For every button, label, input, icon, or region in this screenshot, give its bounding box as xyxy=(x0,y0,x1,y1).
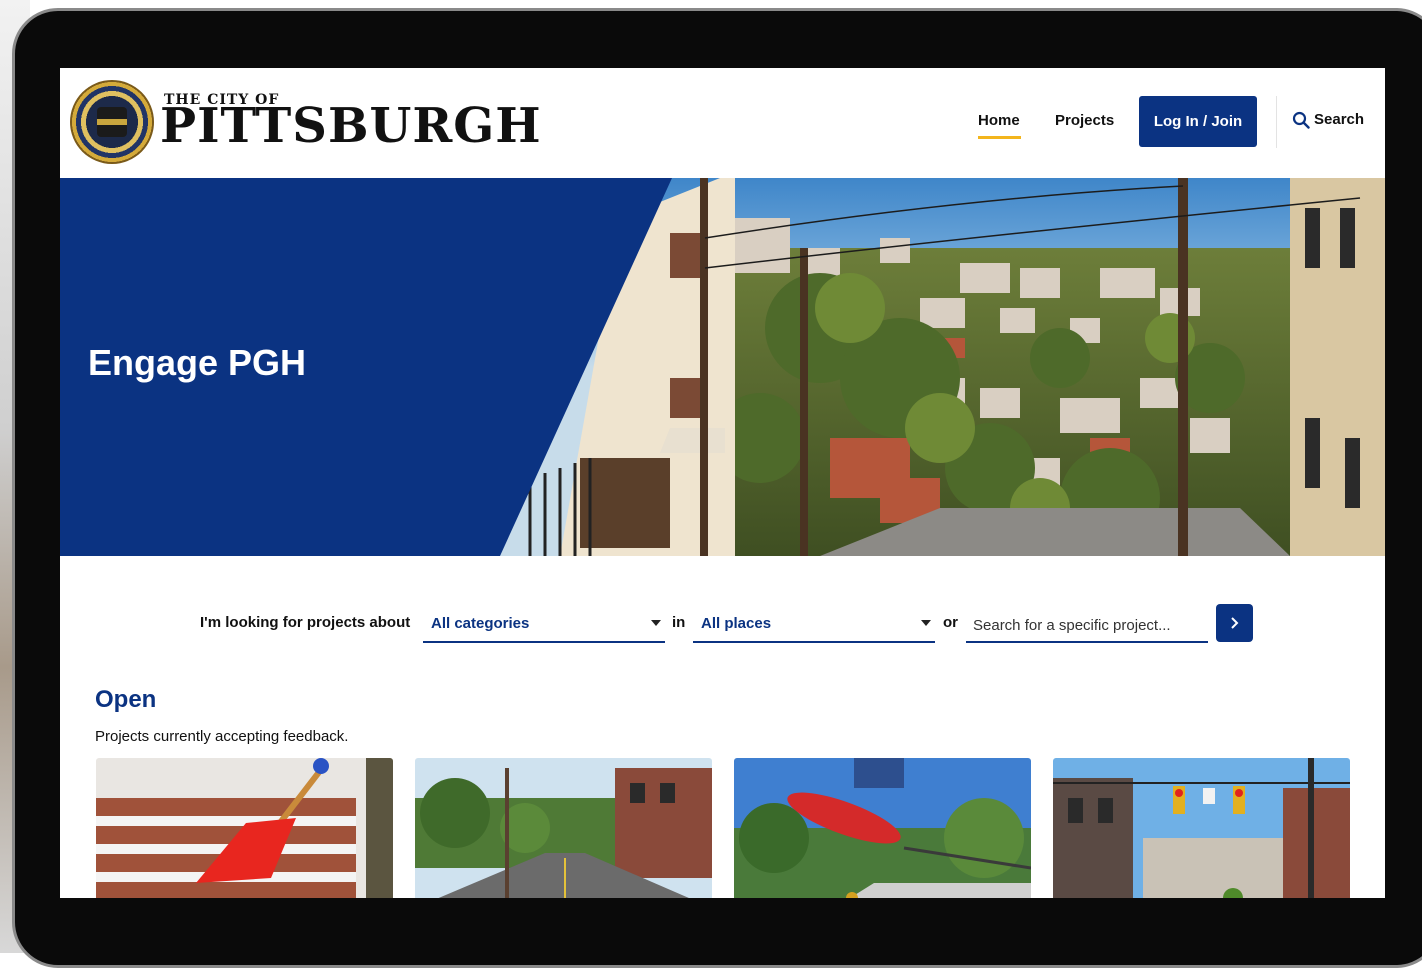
project-search-input[interactable] xyxy=(966,610,1208,643)
city-seal-logo[interactable] xyxy=(70,80,154,164)
login-join-button[interactable]: Log In / Join xyxy=(1139,96,1257,147)
filter-label: I'm looking for projects about xyxy=(200,614,411,631)
project-card-skatepark[interactable] xyxy=(734,758,1031,898)
place-select[interactable]: All places xyxy=(693,610,935,643)
nav-home-link[interactable]: Home xyxy=(978,112,1020,129)
hero-banner: Engage PGH xyxy=(60,178,1385,556)
nav-active-indicator xyxy=(978,136,1021,139)
project-card-snow-shovel[interactable] xyxy=(96,758,393,898)
chevron-down-icon xyxy=(921,620,931,626)
residential-street-photo xyxy=(415,758,712,898)
search-submit-button[interactable] xyxy=(1216,604,1253,642)
filter-or-word: or xyxy=(943,614,958,631)
traffic-signals-photo xyxy=(1053,758,1350,898)
nav-divider xyxy=(1276,96,1277,148)
filter-in-word: in xyxy=(672,614,686,631)
logo-title[interactable]: PITTSBURGH xyxy=(160,98,542,154)
seal-shield-icon xyxy=(97,107,127,137)
site-header: THE CITY OF PITTSBURGH Home Projects Log… xyxy=(60,68,1385,178)
open-section-title: Open xyxy=(95,686,157,713)
project-card-street[interactable] xyxy=(415,758,712,898)
category-select-value: All categories xyxy=(431,615,530,632)
hero-title: Engage PGH xyxy=(88,342,307,383)
place-select-value: All places xyxy=(701,615,772,632)
category-select[interactable]: All categories xyxy=(423,610,665,643)
snow-shovel-steps-photo xyxy=(96,758,393,898)
skateboarder-photo xyxy=(734,758,1031,898)
chevron-right-icon xyxy=(1230,617,1238,629)
project-card-traffic[interactable] xyxy=(1053,758,1350,898)
nav-projects-link[interactable]: Projects xyxy=(1055,112,1114,129)
open-section-subtitle: Projects currently accepting feedback. xyxy=(95,728,349,745)
nav-search-link[interactable]: Search xyxy=(1314,111,1364,128)
chevron-down-icon xyxy=(651,620,661,626)
search-icon[interactable] xyxy=(1292,111,1310,129)
browser-screen: THE CITY OF PITTSBURGH Home Projects Log… xyxy=(60,68,1385,898)
